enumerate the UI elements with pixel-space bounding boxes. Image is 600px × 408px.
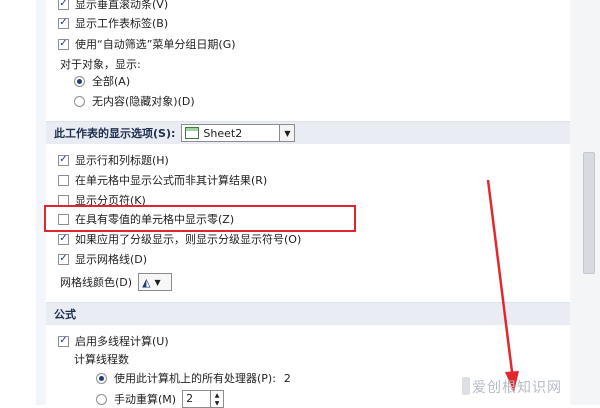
annotation-arrow [486,179,519,392]
watermark-text: 爱创根知识网 [472,380,562,396]
watermark-logo-icon [462,377,470,395]
arrow-line [486,179,514,373]
